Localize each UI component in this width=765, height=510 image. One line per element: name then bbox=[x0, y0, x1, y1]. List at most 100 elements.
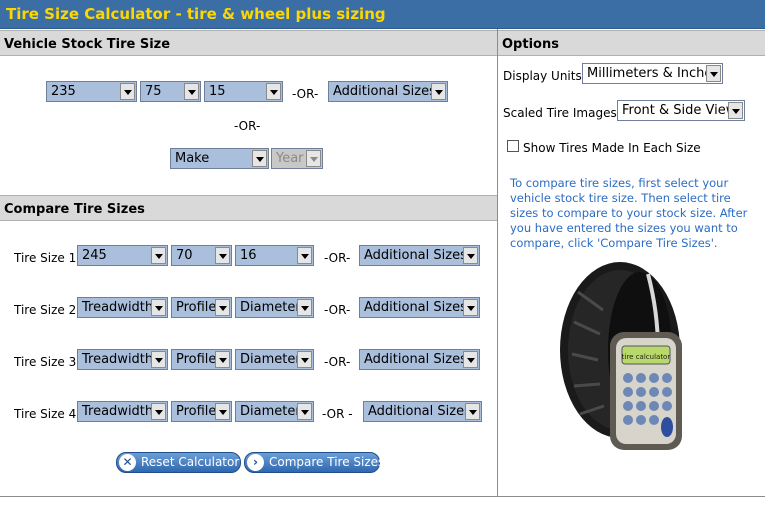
stock-profile-value: 75 bbox=[145, 84, 162, 99]
tire-1-diameter-select[interactable]: 16 bbox=[235, 245, 314, 266]
scaled-tire-images-label: Scaled Tire Images: bbox=[503, 106, 621, 120]
scaled-tire-images-select[interactable]: Front & Side View bbox=[617, 100, 745, 121]
tire-1-additional-sizes-value: Additional Sizes bbox=[364, 248, 467, 263]
tire-3-profile-select[interactable]: Profile bbox=[171, 349, 232, 370]
stock-diameter-select[interactable]: 15 bbox=[204, 81, 283, 102]
chevron-down-icon bbox=[297, 247, 312, 264]
make-value: Make bbox=[175, 151, 210, 166]
tire-4-treadwidth-value: Treadwidth bbox=[82, 404, 154, 419]
tire-size-1-label: Tire Size 1: bbox=[14, 251, 81, 265]
tire-4-additional-sizes-select[interactable]: Additional Sizes bbox=[363, 401, 482, 422]
chevron-down-icon bbox=[728, 102, 743, 119]
tire-1-treadwidth-value: 245 bbox=[82, 248, 107, 263]
close-icon: ✕ bbox=[119, 454, 136, 471]
tire-4-profile-select[interactable]: Profile bbox=[171, 401, 232, 422]
chevron-down-icon bbox=[151, 403, 166, 420]
compare-tire-sizes-button[interactable]: › Compare Tire Sizes bbox=[244, 452, 384, 473]
chevron-down-icon bbox=[706, 65, 721, 82]
display-units-value: Millimeters & Inches bbox=[587, 66, 720, 81]
chevron-down-icon bbox=[184, 83, 199, 100]
tire-3-or-text: -OR- bbox=[324, 355, 351, 369]
chevron-down-icon bbox=[306, 150, 321, 167]
tire-2-additional-sizes-value: Additional Sizes bbox=[364, 300, 467, 315]
stock-section-heading: Vehicle Stock Tire Size bbox=[0, 30, 497, 56]
chevron-down-icon bbox=[463, 299, 478, 316]
chevron-down-icon bbox=[215, 299, 230, 316]
tire-1-profile-value: 70 bbox=[176, 248, 193, 263]
bottom-divider bbox=[0, 496, 765, 497]
reset-calculator-button[interactable]: ✕ Reset Calculator bbox=[116, 452, 241, 473]
display-units-select[interactable]: Millimeters & Inches bbox=[582, 63, 723, 84]
tire-1-treadwidth-select[interactable]: 245 bbox=[77, 245, 168, 266]
show-tires-label: Show Tires Made In Each Size bbox=[523, 141, 701, 155]
instructions-text: To compare tire sizes, first select your… bbox=[510, 176, 748, 250]
chevron-down-icon bbox=[431, 83, 446, 100]
tire-1-additional-sizes-select[interactable]: Additional Sizes bbox=[359, 245, 480, 266]
page-title: Tire Size Calculator - tire & wheel plus… bbox=[6, 5, 386, 23]
tire-2-profile-select[interactable]: Profile bbox=[171, 297, 232, 318]
chevron-down-icon bbox=[120, 83, 135, 100]
stock-additional-sizes-value: Additional Sizes bbox=[333, 84, 436, 99]
chevron-down-icon bbox=[297, 299, 312, 316]
tire-size-3-label: Tire Size 3: bbox=[14, 355, 81, 369]
tire-4-profile-value: Profile bbox=[176, 404, 217, 419]
calculator-screen-text: tire calculator bbox=[622, 353, 671, 361]
tire-size-2-label: Tire Size 2: bbox=[14, 303, 81, 317]
chevron-down-icon bbox=[297, 351, 312, 368]
tire-3-diameter-select[interactable]: Diameter bbox=[235, 349, 314, 370]
tire-3-additional-sizes-select[interactable]: Additional Sizes bbox=[359, 349, 480, 370]
title-bar: Tire Size Calculator - tire & wheel plus… bbox=[0, 0, 765, 29]
reset-calculator-label: Reset Calculator bbox=[141, 455, 240, 469]
scaled-tire-images-value: Front & Side View bbox=[622, 103, 737, 118]
tire-2-additional-sizes-select[interactable]: Additional Sizes bbox=[359, 297, 480, 318]
chevron-down-icon bbox=[151, 351, 166, 368]
tire-2-treadwidth-value: Treadwidth bbox=[82, 300, 154, 315]
stock-diameter-value: 15 bbox=[209, 84, 226, 99]
tire-3-diameter-value: Diameter bbox=[240, 352, 301, 367]
tire-4-additional-sizes-value: Additional Sizes bbox=[368, 404, 471, 419]
tire-3-profile-value: Profile bbox=[176, 352, 217, 367]
tire-4-diameter-select[interactable]: Diameter bbox=[235, 401, 314, 422]
tire-4-diameter-value: Diameter bbox=[240, 404, 301, 419]
stock-or-text: -OR- bbox=[292, 87, 319, 101]
make-select[interactable]: Make bbox=[170, 148, 269, 169]
stock-treadwidth-value: 235 bbox=[51, 84, 76, 99]
chevron-down-icon bbox=[252, 150, 267, 167]
chevron-down-icon bbox=[151, 299, 166, 316]
tire-2-diameter-select[interactable]: Diameter bbox=[235, 297, 314, 318]
chevron-down-icon bbox=[215, 351, 230, 368]
tire-2-diameter-value: Diameter bbox=[240, 300, 301, 315]
tire-1-or-text: -OR- bbox=[324, 251, 351, 265]
tire-2-treadwidth-select[interactable]: Treadwidth bbox=[77, 297, 168, 318]
stock-additional-sizes-select[interactable]: Additional Sizes bbox=[328, 81, 448, 102]
compare-tire-sizes-label: Compare Tire Sizes bbox=[269, 455, 385, 469]
column-divider bbox=[497, 29, 498, 497]
tire-1-diameter-value: 16 bbox=[240, 248, 257, 263]
chevron-down-icon bbox=[297, 403, 312, 420]
tire-4-treadwidth-select[interactable]: Treadwidth bbox=[77, 401, 168, 422]
tire-3-treadwidth-select[interactable]: Treadwidth bbox=[77, 349, 168, 370]
chevron-right-icon: › bbox=[247, 454, 264, 471]
year-value: Year bbox=[276, 151, 304, 166]
chevron-down-icon bbox=[266, 83, 281, 100]
year-select: Year bbox=[271, 148, 323, 169]
chevron-down-icon bbox=[215, 403, 230, 420]
show-tires-checkbox[interactable] bbox=[507, 140, 519, 152]
tire-3-treadwidth-value: Treadwidth bbox=[82, 352, 154, 367]
tire-3-additional-sizes-value: Additional Sizes bbox=[364, 352, 467, 367]
chevron-down-icon bbox=[465, 403, 480, 420]
stock-treadwidth-select[interactable]: 235 bbox=[46, 81, 137, 102]
tire-2-profile-value: Profile bbox=[176, 300, 217, 315]
chevron-down-icon bbox=[215, 247, 230, 264]
tire-1-profile-select[interactable]: 70 bbox=[171, 245, 232, 266]
chevron-down-icon bbox=[463, 247, 478, 264]
display-units-label: Display Units: bbox=[503, 69, 586, 83]
tire-size-4-label: Tire Size 4: bbox=[14, 407, 81, 421]
chevron-down-icon bbox=[463, 351, 478, 368]
stock-profile-select[interactable]: 75 bbox=[140, 81, 201, 102]
chevron-down-icon bbox=[151, 247, 166, 264]
tire-4-or-text: -OR - bbox=[322, 407, 353, 421]
compare-section-heading: Compare Tire Sizes bbox=[0, 195, 497, 221]
tire-calculator-image: tire calculator bbox=[560, 262, 682, 450]
stock-or-text-2: -OR- bbox=[234, 119, 261, 133]
